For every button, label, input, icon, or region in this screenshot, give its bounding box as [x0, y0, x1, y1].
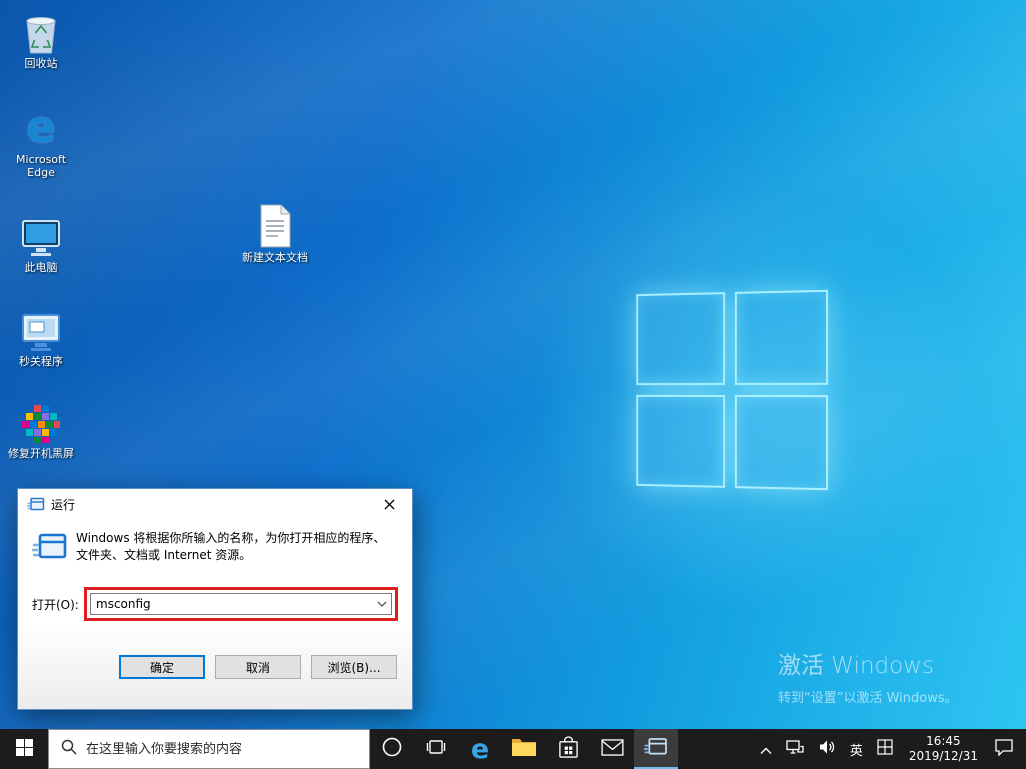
open-combobox[interactable] — [90, 593, 392, 615]
windows-logo-pane — [734, 289, 829, 385]
desktop-icon-label: 此电脑 — [24, 261, 58, 274]
speaker-icon — [818, 739, 836, 759]
cancel-button[interactable]: 取消 — [215, 655, 301, 679]
taskbar: e — [0, 729, 1026, 769]
windows-logo-pane — [734, 395, 829, 491]
mail-icon — [600, 738, 624, 760]
desktop-icon-text-document[interactable]: 新建文本文档 — [238, 202, 312, 264]
edge-icon: e — [470, 733, 490, 765]
text-file-icon — [258, 202, 292, 248]
desktop-icon-label: 回收站 — [24, 57, 58, 70]
task-view-button[interactable] — [414, 729, 458, 769]
desktop-icon-label: 新建文本文档 — [242, 251, 308, 264]
run-dialog-titlebar[interactable]: 运行 — [18, 489, 412, 519]
annotation-highlight-box — [84, 587, 398, 621]
tray-overflow-button[interactable] — [753, 729, 779, 769]
mosaic-icon — [21, 398, 61, 444]
run-window-icon — [27, 496, 45, 512]
windows-start-icon — [15, 738, 33, 760]
desktop-icon-label: 修复开机黑屏 — [8, 447, 74, 460]
edge-icon: e — [26, 102, 56, 153]
desktop-icon-recycle-bin[interactable]: 回收站 — [4, 8, 78, 70]
program-monitor-icon — [19, 306, 63, 352]
close-icon[interactable] — [367, 489, 412, 519]
run-taskbar-button[interactable] — [634, 729, 678, 769]
volume-button[interactable] — [811, 729, 843, 769]
system-tray: 英 16:45 2019/12/31 — [753, 729, 1026, 769]
run-description: Windows 将根据你所输入的名称，为你打开相应的程序、 文件夹、文档或 In… — [76, 531, 386, 562]
ime-grid-icon — [877, 739, 893, 759]
run-dialog-body: Windows 将根据你所输入的名称，为你打开相应的程序、 文件夹、文档或 In… — [18, 519, 412, 709]
ok-button[interactable]: 确定 — [119, 655, 205, 679]
watermark-line1: 激活 Windows — [778, 653, 934, 679]
taskbar-clock[interactable]: 16:45 2019/12/31 — [900, 729, 987, 769]
activate-windows-watermark: 激活 Windows 转到“设置”以激活 Windows。 — [778, 646, 958, 706]
watermark-line2: 转到“设置”以激活 Windows。 — [778, 691, 958, 706]
ime-mode-button[interactable] — [870, 729, 900, 769]
run-window-icon — [644, 737, 668, 761]
windows-logo-pane — [636, 292, 726, 386]
open-input[interactable] — [91, 594, 373, 614]
network-icon — [786, 739, 804, 759]
run-dialog: 运行 Windows 将根据你所输入的名称，为你打开相应的程序、 文件夹、文档或… — [17, 488, 413, 710]
search-icon — [61, 739, 77, 759]
search-input[interactable] — [86, 741, 357, 757]
edge-taskbar-button[interactable]: e — [458, 729, 502, 769]
network-status-button[interactable] — [779, 729, 811, 769]
chevron-down-icon[interactable] — [373, 594, 391, 614]
task-view-icon — [426, 739, 446, 759]
desktop-icon-repair-tool[interactable]: 修复开机黑屏 — [4, 398, 78, 460]
action-center-button[interactable] — [987, 729, 1026, 769]
open-label: 打开(O): — [32, 597, 79, 612]
ime-language-indicator[interactable]: 英 — [843, 729, 870, 769]
desktop-icon-label: 秒关程序 — [19, 355, 63, 368]
cortana-button[interactable] — [370, 729, 414, 769]
windows-logo-pane — [636, 394, 726, 488]
windows-logo — [636, 289, 829, 491]
browse-button[interactable]: 浏览(B)... — [311, 655, 397, 679]
microsoft-store-button[interactable] — [546, 729, 590, 769]
run-icon — [32, 532, 68, 565]
recycle-bin-icon — [22, 8, 60, 54]
chevron-up-icon — [760, 740, 772, 759]
notification-icon — [994, 738, 1014, 760]
mail-button[interactable] — [590, 729, 634, 769]
taskbar-search-box[interactable] — [48, 729, 370, 769]
folder-icon — [511, 737, 537, 761]
desktop-icon-edge[interactable]: e Microsoft Edge — [4, 102, 78, 180]
desktop-icon-this-pc[interactable]: 此电脑 — [4, 212, 78, 274]
start-button[interactable] — [0, 729, 48, 769]
clock-date: 2019/12/31 — [908, 749, 978, 763]
cortana-icon — [381, 736, 403, 762]
this-pc-icon — [19, 212, 63, 258]
clock-time: 16:45 — [926, 734, 961, 748]
desktop-icon-label: Microsoft Edge — [15, 153, 67, 179]
file-explorer-button[interactable] — [502, 729, 546, 769]
store-icon — [558, 735, 579, 763]
desktop-icon-program[interactable]: 秒关程序 — [4, 306, 78, 368]
run-dialog-title: 运行 — [51, 497, 76, 512]
